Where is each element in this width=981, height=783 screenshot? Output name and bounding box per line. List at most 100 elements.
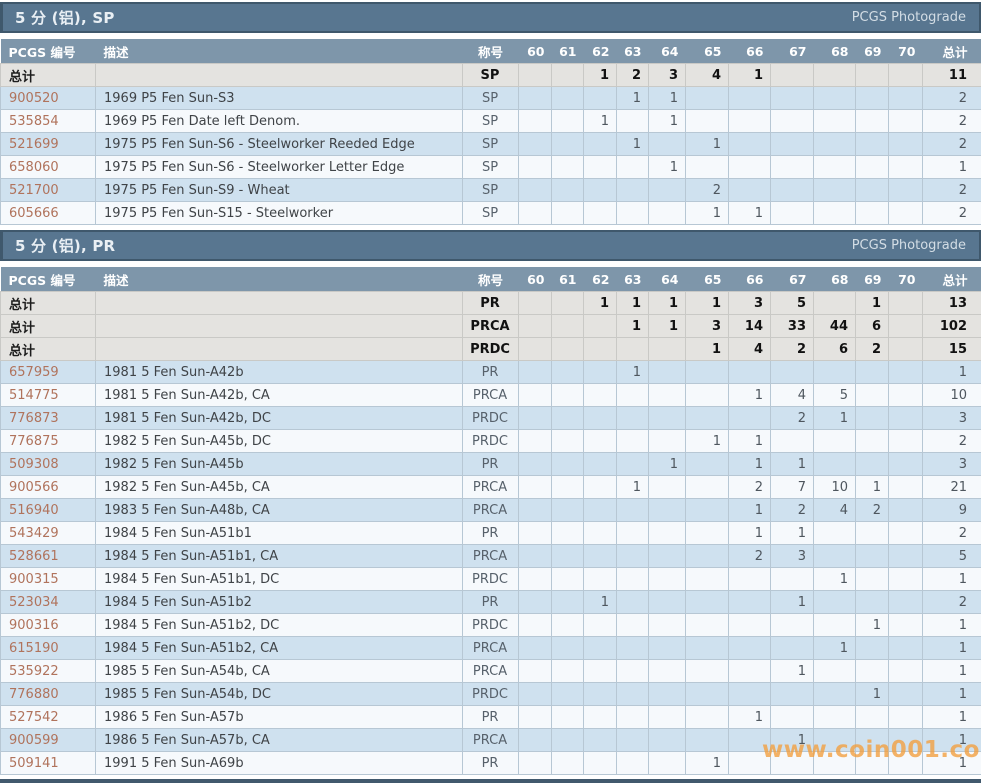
grade-cell-68 <box>814 614 856 637</box>
pcgs-number-link[interactable]: 535922 <box>9 664 59 679</box>
grade-cell-63: 1 <box>617 133 649 156</box>
grade-cell-62 <box>584 637 617 660</box>
grade-cell-67 <box>771 179 814 202</box>
coin-description: 1975 P5 Fen Sun-S6 - Steelworker Reeded … <box>96 133 463 156</box>
pcgs-number-link[interactable]: 523034 <box>9 595 59 610</box>
pcgs-number-link[interactable]: 776873 <box>9 411 59 426</box>
pcgs-number-link[interactable]: 658060 <box>9 160 59 175</box>
total-cell: 2 <box>923 522 981 545</box>
coin-description: 1991 5 Fen Sun-A69b <box>96 752 463 775</box>
grade-cell-62: 1 <box>584 110 617 133</box>
photograde-link[interactable]: PCGS Photograde <box>852 238 966 253</box>
grade-cell-68 <box>814 133 856 156</box>
grade-cell-62: 1 <box>584 591 617 614</box>
pcgs-number-link[interactable]: 521699 <box>9 137 59 152</box>
grade-cell-63 <box>617 202 649 225</box>
pcgs-number-link[interactable]: 509308 <box>9 457 59 472</box>
grade-cell-67: 1 <box>771 522 814 545</box>
grade-cell-63: 2 <box>617 64 649 87</box>
coin-description <box>96 338 463 361</box>
col-header-grade-61: 61 <box>552 39 584 64</box>
grade-cell-61 <box>552 476 584 499</box>
grade-cell-68 <box>814 361 856 384</box>
grade-cell-67: 3 <box>771 545 814 568</box>
designation: PR <box>463 591 519 614</box>
total-cell: 3 <box>923 453 981 476</box>
pcgs-number-link[interactable]: 543429 <box>9 526 59 541</box>
grade-cell-66: 1 <box>729 384 771 407</box>
grade-cell-68 <box>814 430 856 453</box>
pcgs-number-link[interactable]: 657959 <box>9 365 59 380</box>
coin-description: 1984 5 Fen Sun-A51b2, DC <box>96 614 463 637</box>
photograde-link[interactable]: PCGS Photograde <box>852 10 966 25</box>
pcgs-number-link[interactable]: 615190 <box>9 641 59 656</box>
pcgs-number-link[interactable]: 528661 <box>9 549 59 564</box>
grade-cell-64 <box>649 706 686 729</box>
coin-description: 1975 P5 Fen Sun-S15 - Steelworker <box>96 202 463 225</box>
pcgs-number-link[interactable]: 900316 <box>9 618 59 633</box>
pcgs-number-link[interactable]: 514775 <box>9 388 59 403</box>
pcgs-number-link[interactable]: 900315 <box>9 572 59 587</box>
designation: PRCA <box>463 499 519 522</box>
grade-cell-61 <box>552 522 584 545</box>
grade-cell-62 <box>584 614 617 637</box>
grade-cell-68 <box>814 87 856 110</box>
grade-cell-64: 1 <box>649 453 686 476</box>
col-header-grade-63: 63 <box>617 39 649 64</box>
grade-cell-62 <box>584 133 617 156</box>
grade-cell-60 <box>519 683 552 706</box>
col-header-grade-61: 61 <box>552 267 584 292</box>
total-cell: 1 <box>923 683 981 706</box>
pcgs-number-link[interactable]: 900566 <box>9 480 59 495</box>
designation: PR <box>463 752 519 775</box>
grade-cell-70 <box>889 430 923 453</box>
grade-cell-63 <box>617 568 649 591</box>
pcgs-number-cell: 615190 <box>1 637 96 660</box>
grade-cell-66 <box>729 361 771 384</box>
designation: PRDC <box>463 338 519 361</box>
grade-cell-67: 33 <box>771 315 814 338</box>
grade-cell-62 <box>584 384 617 407</box>
pcgs-number-link[interactable]: 900599 <box>9 733 59 748</box>
grade-cell-70 <box>889 384 923 407</box>
designation: PRCA <box>463 476 519 499</box>
header-row: PCGS 编号描述称号6061626364656667686970总计 <box>1 267 981 292</box>
grade-cell-69: 1 <box>856 292 889 315</box>
grade-cell-63: 1 <box>617 87 649 110</box>
grade-cell-60 <box>519 202 552 225</box>
pcgs-number-link[interactable]: 527542 <box>9 710 59 725</box>
pcgs-number-link[interactable]: 605666 <box>9 206 59 221</box>
designation: SP <box>463 179 519 202</box>
designation: PR <box>463 522 519 545</box>
pcgs-number-link[interactable]: 776875 <box>9 434 59 449</box>
grade-cell-70 <box>889 637 923 660</box>
grade-cell-61 <box>552 430 584 453</box>
table-row: 6056661975 P5 Fen Sun-S15 - SteelworkerS… <box>1 202 981 225</box>
table-row: 7768731981 5 Fen Sun-A42b, DCPRDC213 <box>1 407 981 430</box>
grade-cell-68: 5 <box>814 384 856 407</box>
grade-cell-62 <box>584 407 617 430</box>
pcgs-number-link[interactable]: 509141 <box>9 756 59 771</box>
grade-cell-61 <box>552 292 584 315</box>
col-header-description: 描述 <box>96 267 463 292</box>
pcgs-number-link[interactable]: 535854 <box>9 114 59 129</box>
grade-cell-67 <box>771 361 814 384</box>
grade-cell-70 <box>889 453 923 476</box>
grade-cell-60 <box>519 338 552 361</box>
grade-cell-68: 44 <box>814 315 856 338</box>
grade-cell-65 <box>686 545 729 568</box>
pcgs-number-cell: 900566 <box>1 476 96 499</box>
section-title: 5 分 (铝), SP <box>15 7 115 28</box>
pcgs-number-link[interactable]: 521700 <box>9 183 59 198</box>
pcgs-number-link[interactable]: 776880 <box>9 687 59 702</box>
table-row: 5359221985 5 Fen Sun-A54b, CAPRCA11 <box>1 660 981 683</box>
designation: PRDC <box>463 568 519 591</box>
pcgs-number-cell: 900315 <box>1 568 96 591</box>
grade-cell-64 <box>649 361 686 384</box>
col-header-grade-66: 66 <box>729 267 771 292</box>
pcgs-number-link[interactable]: 900520 <box>9 91 59 106</box>
grade-cell-60 <box>519 752 552 775</box>
grade-cell-67: 1 <box>771 591 814 614</box>
pcgs-number-link[interactable]: 516940 <box>9 503 59 518</box>
grade-cell-68 <box>814 64 856 87</box>
